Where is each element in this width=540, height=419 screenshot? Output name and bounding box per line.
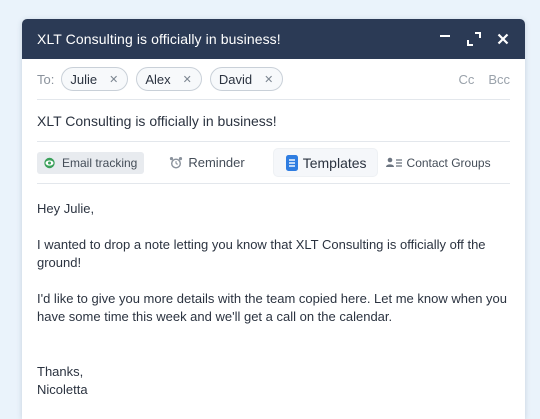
recipient-chip[interactable]: Julie ✕ bbox=[61, 67, 129, 91]
minimize-icon bbox=[440, 35, 450, 37]
compose-window: XLT Consulting is officially in business… bbox=[22, 19, 525, 419]
cc-button[interactable]: Cc bbox=[458, 72, 474, 87]
signoff-text: Thanks, bbox=[37, 363, 84, 379]
recipient-name: Alex bbox=[145, 71, 171, 87]
compose-toolbar: Email tracking Reminder Templates Contac… bbox=[37, 142, 510, 184]
close-icon bbox=[497, 33, 509, 45]
eye-icon bbox=[44, 157, 55, 168]
to-label: To: bbox=[37, 71, 55, 87]
expand-button[interactable] bbox=[464, 29, 484, 49]
email-tracking-toggle[interactable]: Email tracking bbox=[37, 151, 145, 174]
contact-groups-button[interactable]: Contact Groups bbox=[385, 155, 491, 170]
recipient-name: Julie bbox=[70, 71, 98, 87]
remove-recipient-icon[interactable]: ✕ bbox=[109, 73, 118, 86]
templates-icon bbox=[285, 154, 298, 171]
minimize-button[interactable] bbox=[435, 29, 455, 49]
reminder-label: Reminder bbox=[188, 155, 245, 170]
contact-groups-label: Contact Groups bbox=[406, 155, 491, 170]
recipient-chip[interactable]: David ✕ bbox=[209, 67, 284, 91]
body-paragraph: I wanted to drop a note letting you know… bbox=[37, 236, 486, 271]
contact-groups-icon bbox=[385, 157, 402, 167]
body-paragraph: I'd like to give you more details with t… bbox=[37, 290, 508, 325]
remove-recipient-icon[interactable]: ✕ bbox=[264, 73, 273, 86]
expand-icon bbox=[467, 32, 481, 46]
recipient-chip[interactable]: Alex ✕ bbox=[136, 67, 202, 91]
subject-text: XLT Consulting is officially in business… bbox=[37, 112, 277, 129]
templates-button[interactable]: Templates bbox=[273, 149, 377, 176]
templates-label: Templates bbox=[302, 154, 367, 171]
remove-recipient-icon[interactable]: ✕ bbox=[183, 73, 192, 86]
greeting-text: Hey Julie, bbox=[37, 201, 95, 216]
subject-field[interactable]: XLT Consulting is officially in business… bbox=[37, 100, 510, 142]
email-tracking-label: Email tracking bbox=[62, 155, 138, 170]
alarm-clock-icon bbox=[170, 156, 183, 168]
compose-titlebar: XLT Consulting is officially in business… bbox=[22, 19, 525, 59]
signature-text: Nicoletta bbox=[37, 382, 88, 397]
close-button[interactable] bbox=[493, 29, 513, 49]
recipients-row: To: Julie ✕ Alex ✕ David ✕ Cc Bcc bbox=[37, 59, 510, 100]
recipient-name: David bbox=[218, 71, 253, 87]
bcc-button[interactable]: Bcc bbox=[488, 72, 510, 87]
reminder-button[interactable]: Reminder bbox=[169, 155, 245, 170]
window-title: XLT Consulting is officially in business… bbox=[37, 31, 281, 47]
message-body[interactable]: Hey Julie, I wanted to drop a note letti… bbox=[22, 184, 525, 400]
